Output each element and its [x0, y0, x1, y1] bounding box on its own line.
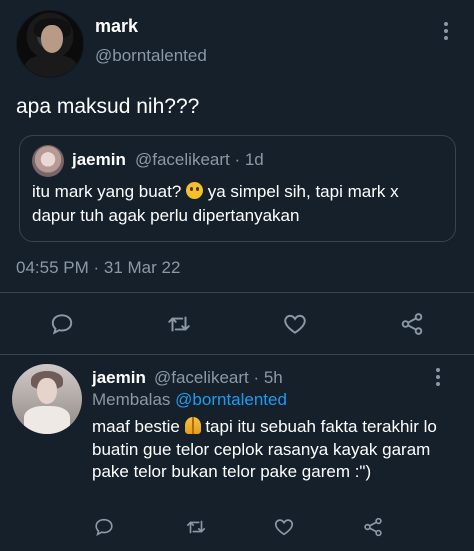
- replying-to: Membalas @borntalented: [92, 390, 287, 410]
- divider: [0, 292, 474, 293]
- quoted-author-handle: @facelikeart · 1d: [135, 150, 264, 169]
- author-name[interactable]: mark: [95, 16, 138, 37]
- reply-author-handle[interactable]: @facelikeart · 5h: [154, 368, 283, 388]
- retweet-icon[interactable]: [166, 311, 192, 337]
- replying-mention-link[interactable]: @borntalented: [175, 390, 287, 409]
- quoted-tweet-text: itu mark yang buat? ya simpel sih, tapi …: [32, 180, 442, 228]
- heart-icon[interactable]: [273, 516, 295, 538]
- divider: [0, 354, 474, 355]
- tweet-timestamp[interactable]: 04:55 PM · 31 Mar 22: [16, 258, 180, 278]
- more-options-icon[interactable]: [432, 368, 444, 390]
- retweet-icon[interactable]: [185, 516, 207, 538]
- reply-avatar[interactable]: [12, 364, 82, 434]
- reply-author-name[interactable]: jaemin: [92, 368, 146, 388]
- tweet-text: apa maksud nih???: [16, 95, 200, 118]
- more-options-icon[interactable]: [440, 22, 452, 44]
- quoted-author-name: jaemin: [72, 150, 126, 169]
- reply-text-part-1: maaf bestie: [92, 417, 185, 436]
- heart-icon[interactable]: [282, 311, 308, 337]
- avatar[interactable]: [16, 10, 84, 78]
- quoted-avatar: [32, 145, 64, 177]
- replying-prefix: Membalas: [92, 390, 171, 409]
- author-handle[interactable]: @borntalented: [95, 46, 207, 66]
- share-icon[interactable]: [362, 516, 384, 538]
- quoted-text-part-1: itu mark yang buat?: [32, 182, 187, 201]
- reply-text: maaf bestie tapi itu sebuah fakta terakh…: [92, 416, 462, 484]
- comment-icon[interactable]: [93, 516, 115, 538]
- folded-hands-icon: [184, 417, 201, 434]
- comment-icon[interactable]: [49, 311, 75, 337]
- share-icon[interactable]: [399, 311, 425, 337]
- slightly-frowning-face-icon: [186, 182, 204, 199]
